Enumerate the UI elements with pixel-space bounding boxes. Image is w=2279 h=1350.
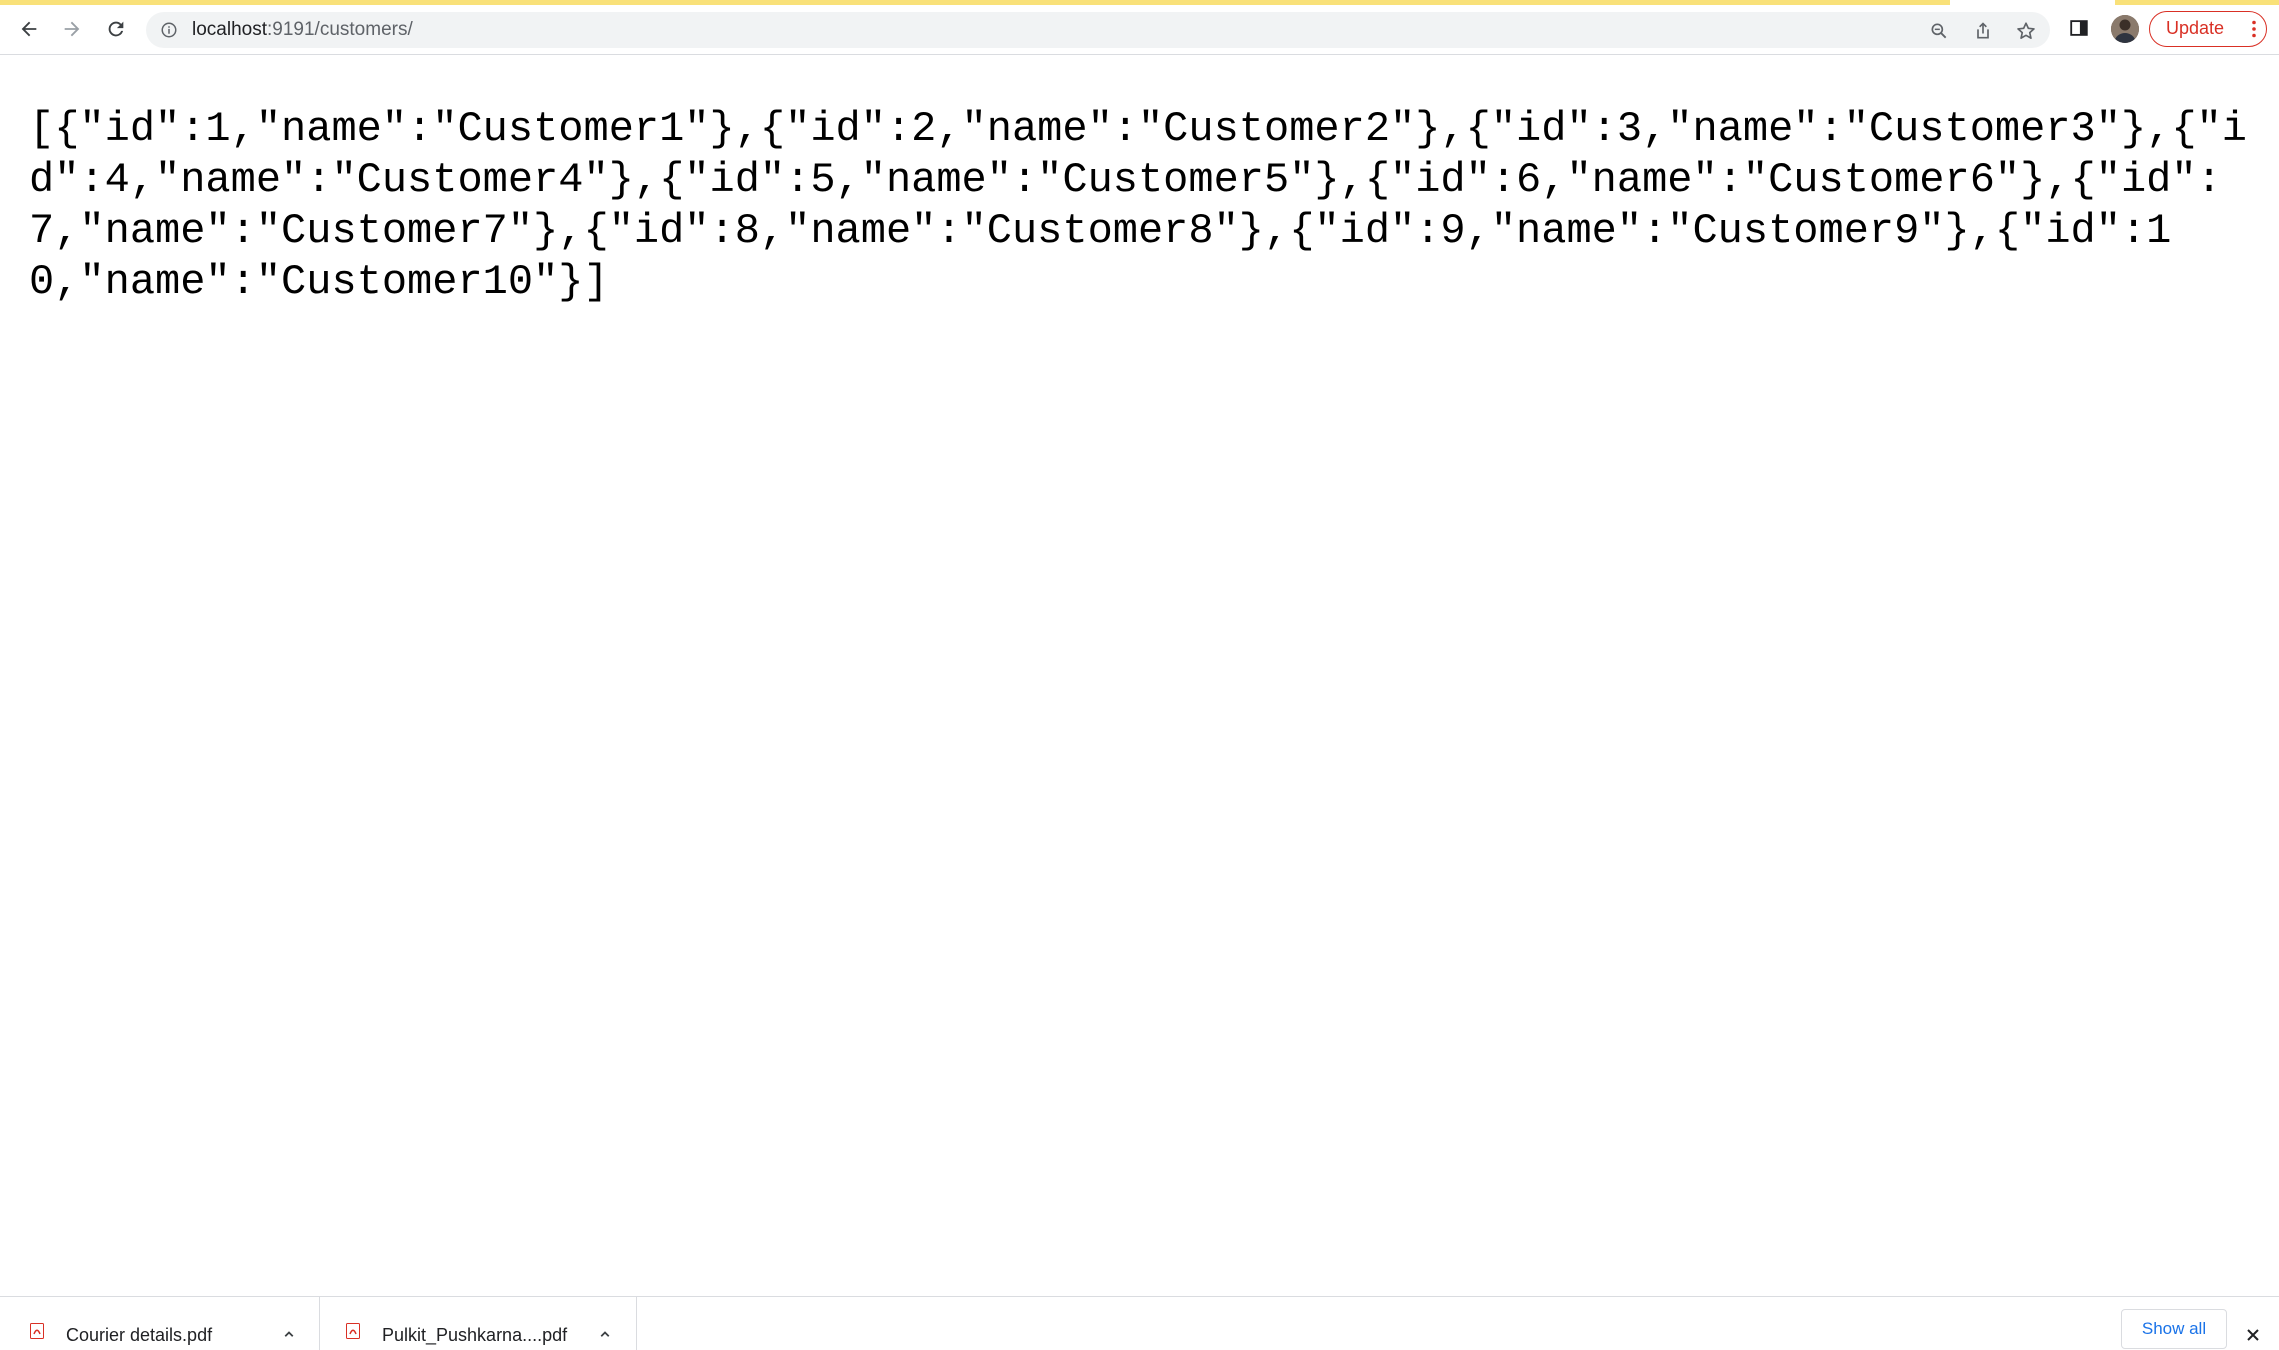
update-label: Update [2166,18,2225,38]
back-button[interactable] [13,13,45,45]
download-name: Pulkit_Pushkarna....pdf [382,1325,568,1345]
share-icon [1977,22,1989,39]
loading-bar [0,0,1950,5]
browser-toolbar: localhost:9191/customers/ Update [0,0,2279,55]
download-name: Courier details.pdf [66,1325,213,1345]
zoom-button[interactable] [1928,20,1950,42]
forward-button[interactable] [56,13,88,45]
share-button[interactable] [1972,20,1994,42]
forward-arrow-icon [64,21,80,37]
pdf-file-icon [30,1323,44,1339]
side-panel-button[interactable] [2065,14,2093,42]
back-arrow-icon [21,21,37,37]
kebab-menu-icon[interactable] [2252,20,2256,38]
url-host: localhost [192,19,267,40]
close-icon[interactable] [2243,1325,2263,1345]
loading-bar-segment [2115,0,2279,5]
page-content: [{"id":1,"name":"Customer1"},{"id":2,"na… [0,56,2279,1296]
download-item[interactable]: Pulkit_Pushkarna....pdf [320,1297,637,1350]
bookmark-button[interactable] [2015,20,2037,42]
browser-window: localhost:9191/customers/ Update [{"id":… [0,0,2279,1350]
update-button[interactable]: Update [2149,11,2267,47]
star-icon [2017,22,2035,39]
profile-avatar[interactable] [2111,15,2139,43]
avatar-image [2111,15,2139,43]
url-text[interactable]: localhost:9191/customers/ [192,20,413,40]
reload-icon [108,21,124,37]
side-panel-icon [2070,20,2088,36]
reload-button[interactable] [100,13,132,45]
pdf-file-icon [346,1323,360,1339]
json-response: [{"id":1,"name":"Customer1"},{"id":2,"na… [29,105,2247,306]
show-all-button[interactable]: Show all [2121,1309,2227,1349]
info-icon[interactable] [160,21,178,39]
url-path: :9191/customers/ [267,19,413,40]
zoom-icon [1931,23,1947,39]
chevron-up-icon[interactable] [280,1325,298,1343]
address-bar[interactable]: localhost:9191/customers/ [146,12,2050,48]
chevron-up-icon[interactable] [596,1325,614,1343]
download-shelf: Courier details.pdf Pulkit_Pushkarna....… [0,1296,2279,1350]
download-item[interactable]: Courier details.pdf [0,1297,320,1350]
